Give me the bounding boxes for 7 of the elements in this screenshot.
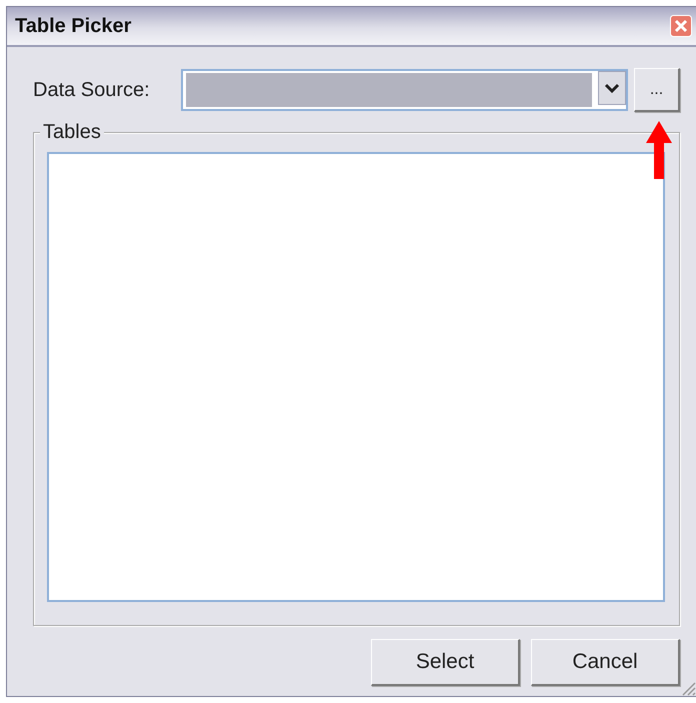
dialog-button[interactable]: Cancel (531, 639, 680, 686)
browse-button[interactable]: ... (634, 68, 680, 112)
close-icon[interactable] (670, 15, 692, 37)
dialog-button[interactable]: Select (371, 639, 520, 686)
window-title: Table Picker (15, 14, 132, 38)
data-source-label: Data Source: (33, 78, 151, 102)
arrow-icon (646, 121, 672, 179)
